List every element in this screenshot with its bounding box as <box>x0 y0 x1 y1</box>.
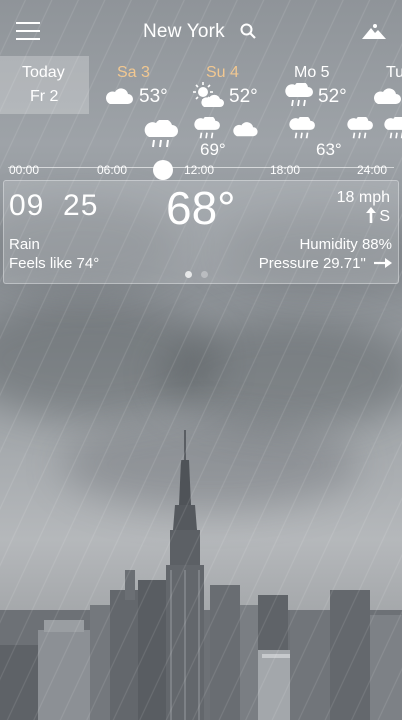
time-label: 12:00 <box>184 163 215 177</box>
day-tab-tu[interactable]: Tu <box>370 56 402 114</box>
background-mountain-icon[interactable] <box>362 22 386 40</box>
hourly-temp: 63° <box>316 140 342 159</box>
wind-info: 18 mph S <box>337 189 390 226</box>
day-temp: 52° <box>229 86 258 107</box>
hamburger-menu-icon[interactable] <box>16 22 40 40</box>
current-conditions-card[interactable]: 09 25 68° 18 mph S Rain Feels like 74° H… <box>3 180 399 284</box>
time-label: 18:00 <box>270 163 301 177</box>
top-bar: New York <box>0 0 402 60</box>
day-name: Tu <box>386 64 402 81</box>
pressure: Pressure 29.71" <box>258 255 366 272</box>
rain-cloud-icon <box>285 83 313 107</box>
cloud-icon <box>374 88 401 104</box>
day-temp: 53° <box>139 86 168 107</box>
rain-cloud-icon <box>384 117 402 139</box>
time-label: 24:00 <box>357 163 388 177</box>
current-time: 09 25 <box>9 189 98 223</box>
day-name: Sa 3 <box>117 64 150 81</box>
day-name: Today <box>22 64 65 81</box>
day-tab-sa3[interactable]: Sa 3 53° <box>100 56 180 114</box>
time-hours: 09 <box>9 189 45 222</box>
wind-direction: S <box>379 208 390 225</box>
day-date: Fr 2 <box>30 88 59 105</box>
wind-speed: 18 mph <box>336 189 390 206</box>
day-name: Mo 5 <box>294 64 330 81</box>
humidity: Humidity 88% <box>299 236 392 253</box>
page-indicator-dot-active[interactable] <box>185 271 192 278</box>
time-label: 06:00 <box>97 163 128 177</box>
day-temp: 52° <box>318 86 347 107</box>
feels-like: Feels like 74° <box>9 255 100 272</box>
day-tab-mo5[interactable]: Mo 5 52° <box>283 56 363 114</box>
rain-cloud-icon <box>289 117 315 139</box>
page-indicator-dot[interactable] <box>201 271 208 278</box>
rain-cloud-icon <box>144 120 178 148</box>
wind-arrow-icon <box>366 207 377 223</box>
cloud-icon <box>106 88 133 104</box>
hourly-temp: 69° <box>200 140 226 159</box>
cloud-icon <box>233 122 258 137</box>
current-temperature: 68° <box>166 182 236 234</box>
rain-cloud-icon <box>194 117 220 139</box>
rain-cloud-icon <box>347 117 373 139</box>
wind-direction-row: S <box>337 207 390 226</box>
daily-forecast: Today Fr 2 Sa 3 53° Su 4 52° Mo 5 52° Tu <box>0 56 402 114</box>
pressure-trend-arrow-icon <box>374 258 392 268</box>
day-name: Su 4 <box>206 64 239 81</box>
time-slider-knob[interactable] <box>153 160 173 180</box>
day-tab-today[interactable]: Today Fr 2 <box>0 56 89 114</box>
search-icon[interactable] <box>240 23 256 39</box>
pressure-row: Pressure 29.71" <box>259 255 392 272</box>
time-minutes: 25 <box>63 189 99 222</box>
sun-cloud-icon <box>193 82 224 107</box>
day-tab-su4[interactable]: Su 4 52° <box>190 56 270 114</box>
city-name[interactable]: New York <box>143 21 225 43</box>
time-label: 00:00 <box>9 163 40 177</box>
weather-condition: Rain <box>9 236 40 253</box>
